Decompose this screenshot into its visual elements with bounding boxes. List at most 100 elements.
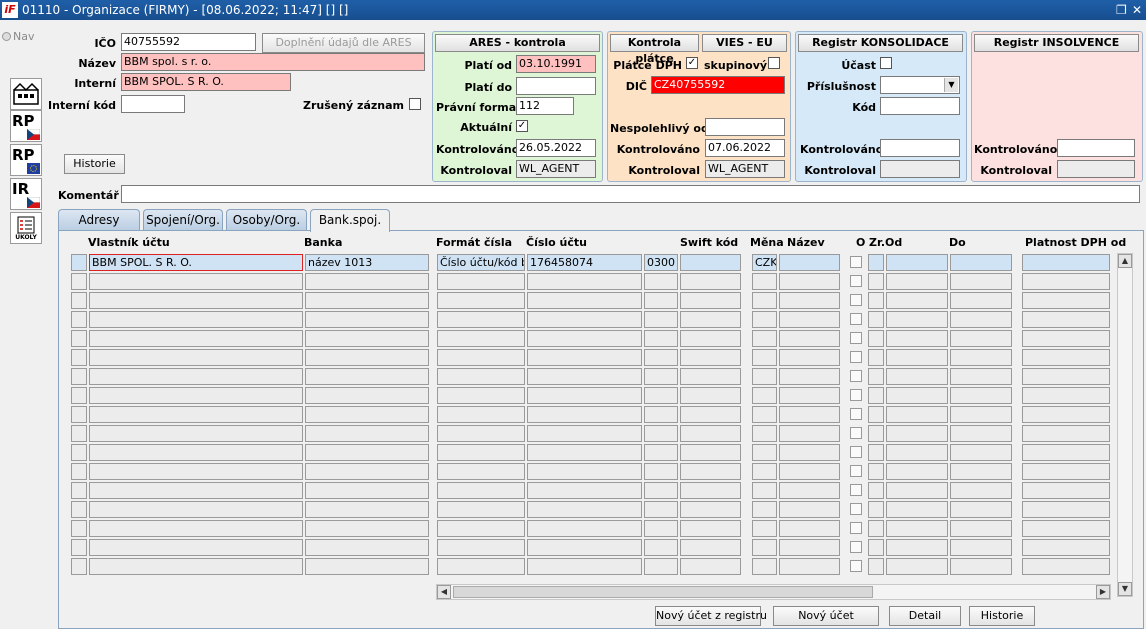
grid-cell-swift[interactable]	[680, 254, 741, 271]
grid-checkbox[interactable]	[850, 541, 862, 553]
grid-cell-swift[interactable]	[680, 273, 741, 290]
grid-cell-kod[interactable]	[644, 349, 678, 366]
grid-cell-mena[interactable]	[752, 482, 777, 499]
grid-cell-format[interactable]	[437, 501, 525, 518]
ares-plati-do-input[interactable]	[516, 77, 596, 95]
grid-cell-platnost[interactable]	[1022, 520, 1110, 537]
grid-cell-zrsel[interactable]	[868, 539, 884, 556]
grid-cell-cislo[interactable]	[527, 539, 642, 556]
grid-cell-zrsel[interactable]	[868, 444, 884, 461]
grid-cell-cislo[interactable]	[527, 406, 642, 423]
detail-button[interactable]: Detail	[889, 606, 961, 626]
grid-cell-cislo[interactable]: 176458074	[527, 254, 642, 271]
grid-cell-zrod[interactable]	[886, 501, 948, 518]
row-selector[interactable]	[71, 520, 87, 537]
grid-cell-banka[interactable]	[305, 349, 429, 366]
grid-cell-do[interactable]	[950, 444, 1012, 461]
grid-cell-zrsel[interactable]	[868, 311, 884, 328]
grid-cell-zrod[interactable]	[886, 311, 948, 328]
new-account-registry-button[interactable]: Nový účet z registru	[655, 606, 767, 626]
grid-cell-banka[interactable]	[305, 539, 429, 556]
grid-checkbox[interactable]	[850, 503, 862, 515]
grid-cell-vlastnik[interactable]	[89, 463, 303, 480]
grid-cell-format[interactable]	[437, 406, 525, 423]
grid-cell-do[interactable]	[950, 330, 1012, 347]
grid-cell-zrsel[interactable]	[868, 482, 884, 499]
grid-cell-vlastnik[interactable]	[89, 368, 303, 385]
grid-cell-kod[interactable]	[644, 463, 678, 480]
tab-spojeni[interactable]: Spojení/Org.	[143, 209, 223, 231]
scroll-thumb[interactable]	[453, 586, 873, 598]
grid-cell-zrod[interactable]	[886, 520, 948, 537]
grid-cell-nazev[interactable]	[779, 368, 840, 385]
grid-cell-swift[interactable]	[680, 482, 741, 499]
grid-cell-mena[interactable]	[752, 349, 777, 366]
grid-cell-cislo[interactable]	[527, 463, 642, 480]
grid-cell-mena[interactable]	[752, 273, 777, 290]
scroll-up-icon[interactable]: ▲	[1118, 254, 1132, 268]
grid-cell-nazev[interactable]	[779, 425, 840, 442]
grid-cell-banka[interactable]	[305, 444, 429, 461]
interni-input[interactable]: BBM SPOL. S R. O.	[121, 73, 291, 91]
grid-cell-swift[interactable]	[680, 463, 741, 480]
grid-cell-kod[interactable]	[644, 292, 678, 309]
grid-cell-platnost[interactable]	[1022, 558, 1110, 575]
grid-cell-vlastnik[interactable]	[89, 387, 303, 404]
grid-cell-zrod[interactable]	[886, 539, 948, 556]
grid-cell-format[interactable]	[437, 368, 525, 385]
grid-cell-cislo[interactable]	[527, 292, 642, 309]
grid-cell-vlastnik[interactable]	[89, 292, 303, 309]
ir-cz-icon[interactable]: IR	[10, 178, 42, 210]
grid-cell-nazev[interactable]	[779, 406, 840, 423]
grid-cell-nazev[interactable]	[779, 311, 840, 328]
grid-cell-swift[interactable]	[680, 311, 741, 328]
ukoly-icon[interactable]: ÚKOLY	[10, 212, 42, 244]
grid-cell-vlastnik[interactable]	[89, 558, 303, 575]
grid-cell-format[interactable]	[437, 425, 525, 442]
grid-cell-banka[interactable]	[305, 501, 429, 518]
ares-fill-button[interactable]: Doplnění údajů dle ARES	[262, 33, 425, 53]
platce-dph-checkbox[interactable]: ✓	[686, 57, 698, 69]
grid-checkbox[interactable]	[850, 275, 862, 287]
row-selector[interactable]	[71, 368, 87, 385]
grid-cell-platnost[interactable]	[1022, 330, 1110, 347]
grid-cell-zrsel[interactable]	[868, 406, 884, 423]
komentar-input[interactable]	[121, 185, 1140, 203]
grid-cell-swift[interactable]	[680, 539, 741, 556]
grid-cell-swift[interactable]	[680, 501, 741, 518]
grid-cell-platnost[interactable]	[1022, 311, 1110, 328]
close-icon[interactable]: ✕	[1132, 2, 1142, 18]
row-selector[interactable]	[71, 482, 87, 499]
row-selector[interactable]	[71, 539, 87, 556]
grid-cell-do[interactable]	[950, 349, 1012, 366]
grid-cell-vlastnik[interactable]	[89, 482, 303, 499]
grid-cell-platnost[interactable]	[1022, 444, 1110, 461]
grid-cell-cislo[interactable]	[527, 425, 642, 442]
grid-cell-do[interactable]	[950, 558, 1012, 575]
row-selector[interactable]	[71, 254, 87, 271]
grid-cell-nazev[interactable]	[779, 539, 840, 556]
platce-kontrolovano-input[interactable]: 07.06.2022	[705, 139, 785, 157]
grid-checkbox[interactable]	[850, 294, 862, 306]
row-selector[interactable]	[71, 463, 87, 480]
grid-cell-do[interactable]	[950, 425, 1012, 442]
tab-osoby[interactable]: Osoby/Org.	[226, 209, 307, 231]
grid-cell-banka[interactable]	[305, 558, 429, 575]
grid-cell-zrsel[interactable]	[868, 254, 884, 271]
grid-cell-platnost[interactable]	[1022, 406, 1110, 423]
grid-cell-swift[interactable]	[680, 425, 741, 442]
grid-cell-platnost[interactable]	[1022, 273, 1110, 290]
grid-cell-kod[interactable]	[644, 311, 678, 328]
grid-cell-banka[interactable]	[305, 292, 429, 309]
grid-cell-nazev[interactable]	[779, 558, 840, 575]
grid-cell-banka[interactable]	[305, 520, 429, 537]
grid-cell-cislo[interactable]	[527, 520, 642, 537]
grid-cell-format[interactable]	[437, 463, 525, 480]
grid-cell-do[interactable]	[950, 311, 1012, 328]
rp-eu-icon[interactable]: RP	[10, 144, 42, 176]
row-selector[interactable]	[71, 425, 87, 442]
row-selector[interactable]	[71, 273, 87, 290]
grid-cell-cislo[interactable]	[527, 558, 642, 575]
grid-cell-banka[interactable]	[305, 368, 429, 385]
ares-plati-od-input[interactable]: 03.10.1991	[516, 55, 596, 73]
